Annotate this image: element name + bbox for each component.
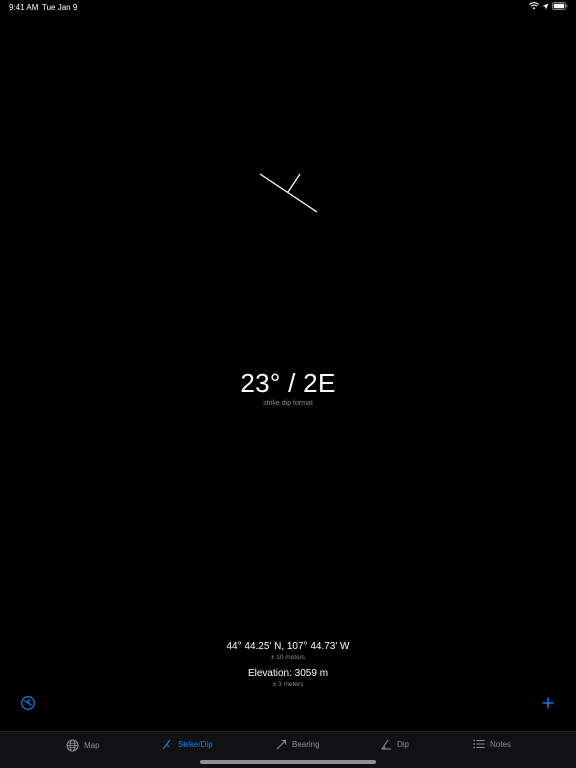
globe-icon (66, 739, 79, 752)
strike-dip-value: 23° / 2E (240, 368, 336, 398)
wifi-icon (529, 2, 539, 10)
format-label: strike dip format (263, 400, 313, 407)
reading-display: 23° / 2E strike dip format (0, 368, 576, 407)
elevation-accuracy: ± 3 meters (272, 681, 304, 688)
bearing-arrow-icon (276, 739, 287, 750)
tab-notes-label: Notes (490, 739, 511, 749)
plus-icon (542, 697, 554, 709)
elevation: Elevation: 3059 m (247, 668, 329, 679)
coordinates-accuracy: ± 10 meters (270, 654, 306, 661)
list-icon (473, 739, 485, 749)
tab-dip-label: Dip (397, 740, 410, 749)
dip-icon (381, 739, 392, 750)
tab-bearing[interactable]: Bearing (276, 739, 320, 750)
location-arrow-icon (542, 3, 549, 10)
coordinates: 44° 44.25' N, 107° 44.73' W (226, 641, 350, 652)
home-indicator[interactable] (200, 760, 376, 764)
strike-dip-symbol (250, 165, 330, 220)
add-button[interactable] (539, 694, 557, 712)
tab-map[interactable]: Map (66, 739, 100, 752)
status-date: Tue Jan 9 (42, 3, 78, 12)
tab-dip[interactable]: Dip (381, 739, 409, 750)
tab-bearing-label: Bearing (292, 740, 320, 749)
status-bar: 9:41 AM Tue Jan 9 (0, 0, 576, 14)
compass-icon (21, 696, 35, 710)
strike-dip-icon (162, 739, 173, 750)
tab-map-label: Map (84, 741, 100, 750)
tab-strike-dip-label: Strike/Dip (178, 740, 213, 749)
status-time: 9:41 AM (9, 3, 39, 12)
battery-icon (552, 2, 568, 10)
status-icons (529, 2, 568, 10)
compass-settings-button[interactable] (19, 694, 37, 712)
location-info: 44° 44.25' N, 107° 44.73' W ± 10 meters … (0, 641, 576, 689)
tab-strike-dip[interactable]: Strike/Dip (162, 739, 213, 750)
tab-notes[interactable]: Notes (473, 739, 511, 749)
app-screen: 9:41 AM Tue Jan 9 23° / 2E strike dip fo… (0, 0, 576, 768)
